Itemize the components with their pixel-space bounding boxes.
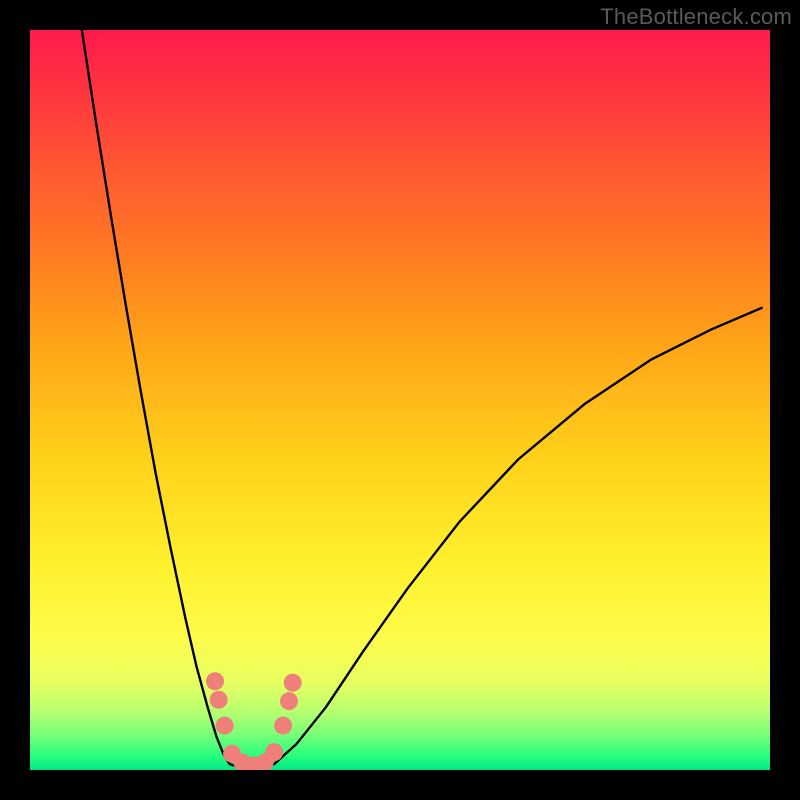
- curve-marker: [216, 717, 234, 735]
- plot-area: [30, 30, 770, 770]
- attribution-label: TheBottleneck.com: [600, 4, 792, 30]
- curve-marker: [210, 691, 228, 709]
- curve-marker: [274, 717, 292, 735]
- curve-marker: [280, 692, 298, 710]
- curve-marker: [206, 672, 224, 690]
- bottleneck-curve: [82, 30, 763, 769]
- curve-layer: [30, 30, 770, 770]
- curve-marker: [265, 743, 283, 761]
- curve-marker: [284, 674, 302, 692]
- outer-frame: TheBottleneck.com: [0, 0, 800, 800]
- marker-group: [206, 672, 302, 770]
